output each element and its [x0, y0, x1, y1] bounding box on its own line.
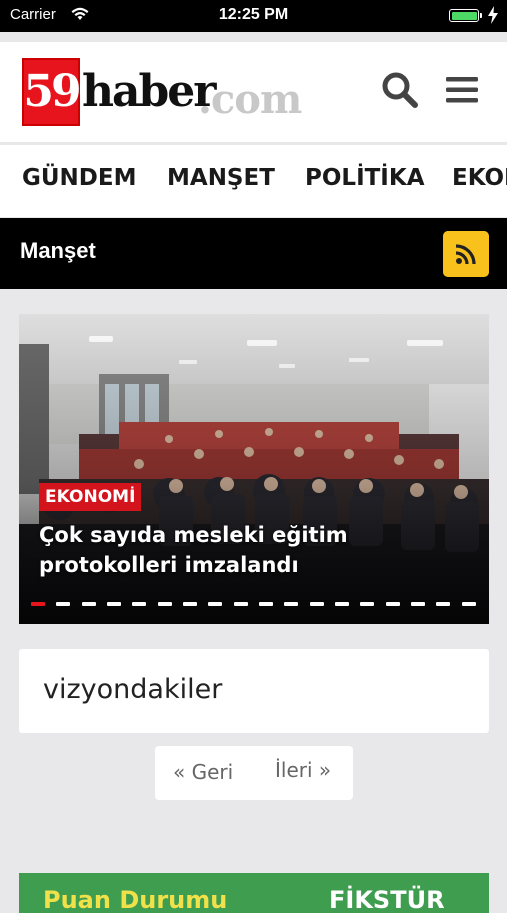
slider-dot[interactable]	[411, 602, 425, 606]
slider-dot[interactable]	[183, 602, 197, 606]
slider-dot[interactable]	[259, 602, 273, 606]
next-button[interactable]: İleri »	[275, 758, 331, 782]
standings-fixture-banner[interactable]: Puan Durumu FİKSTÜR	[19, 873, 489, 913]
slider-dot[interactable]	[461, 602, 476, 606]
section-header: Manşet	[0, 218, 507, 289]
charging-bolt-icon	[488, 6, 498, 24]
slider-dot[interactable]	[107, 602, 121, 606]
category-ekonomi[interactable]: EKONOMİ	[452, 165, 507, 191]
search-icon[interactable]	[380, 70, 420, 110]
slider-dot[interactable]	[436, 602, 451, 606]
rss-icon[interactable]	[443, 231, 489, 277]
clock: 12:25 PM	[218, 6, 289, 23]
slider-dot[interactable]	[233, 602, 248, 606]
slider-pagination	[27, 602, 483, 608]
app-header: 59 haber .com	[0, 42, 507, 142]
category-gundem[interactable]: GÜNDEM	[22, 165, 137, 191]
vizyondakiler-card[interactable]: vizyondakiler	[19, 649, 489, 733]
category-manset[interactable]: MANŞET	[167, 165, 275, 191]
logo-number: 59	[22, 58, 82, 126]
site-logo[interactable]: 59 haber .com	[22, 58, 302, 126]
slider-dot[interactable]	[31, 602, 45, 606]
slider-dot[interactable]	[56, 602, 71, 606]
slider-dot[interactable]	[81, 602, 96, 606]
section-title: Manşet	[20, 238, 96, 263]
pager: « Geri İleri »	[155, 746, 353, 800]
slider-dot[interactable]	[309, 602, 324, 606]
hero-category-badge[interactable]: EKONOMİ	[39, 483, 142, 511]
logo-word: haber	[82, 66, 216, 117]
status-bar: Carrier 12:25 PM	[0, 0, 507, 32]
slider-dot[interactable]	[360, 602, 375, 606]
slider-dot[interactable]	[385, 602, 400, 606]
slider-dot[interactable]	[284, 602, 299, 606]
hero-headline[interactable]: Çok sayıda mesleki eğitim protokolleri i…	[39, 520, 459, 580]
prev-button[interactable]: « Geri	[173, 760, 233, 784]
menu-icon[interactable]	[444, 72, 480, 108]
category-politika[interactable]: POLİTİKA	[305, 165, 425, 191]
vizyondakiler-label: vizyondakiler	[43, 674, 223, 705]
category-nav: GÜNDEM MANŞET POLİTİKA EKONOMİ	[0, 145, 507, 217]
battery-icon	[449, 9, 482, 22]
hero-slider[interactable]: EKONOMİ Çok sayıda mesleki eğitim protok…	[19, 314, 489, 624]
logo-tld: .com	[198, 76, 302, 123]
slider-dot[interactable]	[335, 602, 349, 606]
slider-dot[interactable]	[157, 602, 172, 606]
slider-dot[interactable]	[132, 602, 147, 606]
slider-dot[interactable]	[208, 602, 223, 606]
